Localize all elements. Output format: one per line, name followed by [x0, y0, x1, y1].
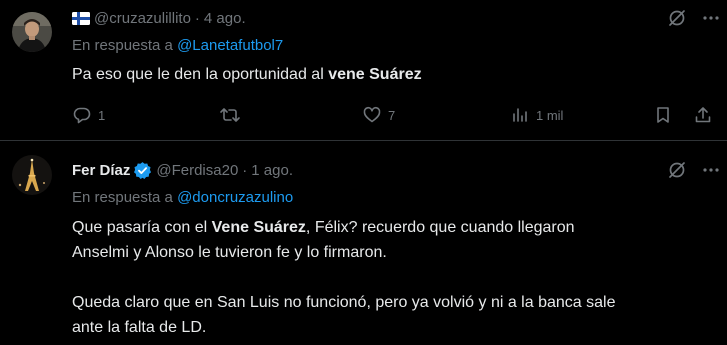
timestamp[interactable]: 4 ago. — [204, 10, 246, 27]
tweet-text-bold: Vene Suárez — [211, 219, 306, 236]
tweet-text-part: Que pasaría con el — [72, 219, 212, 236]
reply-count: 1 — [98, 107, 106, 123]
like-button[interactable]: 7 — [362, 104, 395, 126]
retweet-button[interactable] — [219, 104, 247, 126]
tweet-actions: 1 7 1 mil — [72, 104, 712, 126]
tweet-text: Que pasaría con el Vene Suárez, Félix? r… — [72, 215, 712, 340]
user-handle[interactable]: @Ferdisa20 — [156, 162, 238, 179]
grok-icon[interactable] — [667, 8, 687, 28]
separator-dot: · — [242, 161, 248, 179]
tweet-text-part: Queda claro que en San Luis no funcionó,… — [72, 294, 616, 311]
user-handle[interactable]: @cruzazulillito — [94, 10, 191, 27]
like-icon — [362, 105, 382, 125]
reply-prefix: En respuesta a — [72, 189, 173, 206]
reply-mention-link[interactable]: @doncruzazulino — [177, 189, 293, 206]
views-button[interactable]: 1 mil — [510, 104, 563, 126]
tweet-text-part: ante la falta de LD. — [72, 319, 207, 336]
timestamp[interactable]: 1 ago. — [251, 162, 293, 179]
finland-flag-icon — [72, 11, 90, 25]
separator-dot: · — [194, 9, 200, 27]
avatar[interactable] — [12, 12, 52, 52]
tweet-text-part: Pa eso que le den la oportunidad al — [72, 66, 329, 83]
display-name[interactable]: Fer Díaz — [72, 162, 130, 179]
reply-mention-link[interactable]: @Lanetafutbol7 — [177, 37, 283, 54]
more-options-icon[interactable] — [701, 8, 721, 28]
avatar[interactable] — [12, 155, 52, 195]
tweet-text-bold: vene Suárez — [328, 66, 422, 83]
grok-icon[interactable] — [667, 160, 687, 180]
reply-context: En respuesta a @doncruzazulino — [72, 189, 293, 206]
view-count: 1 mil — [536, 107, 564, 123]
tweet-reply-ferdisa20[interactable]: Fer Díaz @Ferdisa20 · 1 ago. En respuest… — [0, 141, 727, 345]
tweet-header: @cruzazulillito · 4 ago. — [72, 8, 246, 28]
more-options-icon[interactable] — [701, 160, 721, 180]
tweet-paragraph-2: Queda claro que en San Luis no funcionó,… — [72, 290, 712, 340]
reply-icon — [72, 105, 92, 125]
tweet-text-part: , Félix? recuerdo que cuando llegaron — [305, 219, 575, 236]
share-icon — [693, 105, 713, 125]
tweet-text-part: Anselmi y Alonso le tuvieron fe y lo fir… — [72, 244, 387, 261]
reply-context: En respuesta a @Lanetafutbol7 — [72, 37, 283, 54]
tweet-paragraph-1: Que pasaría con el Vene Suárez, Félix? r… — [72, 215, 712, 265]
bookmark-icon — [653, 105, 673, 125]
tweet-header: Fer Díaz @Ferdisa20 · 1 ago. — [72, 160, 293, 180]
reply-button[interactable]: 1 — [72, 104, 105, 126]
retweet-icon — [219, 105, 241, 125]
views-icon — [510, 105, 530, 125]
verified-badge-icon[interactable] — [133, 161, 152, 180]
bookmark-button[interactable] — [653, 104, 673, 126]
like-count: 7 — [388, 107, 396, 123]
share-button[interactable] — [693, 104, 713, 126]
reply-prefix: En respuesta a — [72, 37, 173, 54]
tweet-reply-cruzazulillito[interactable]: @cruzazulillito · 4 ago. En respuesta a … — [0, 0, 727, 141]
tweet-text: Pa eso que le den la oportunidad al vene… — [72, 62, 712, 87]
